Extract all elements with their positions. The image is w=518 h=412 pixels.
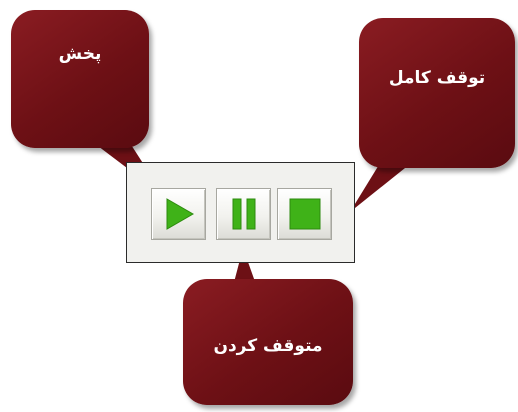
media-controls-toolbar <box>126 162 355 263</box>
stop-icon <box>289 198 320 230</box>
pause-button[interactable] <box>216 188 271 240</box>
stop-callout-label: توقف کامل <box>388 68 486 88</box>
pause-callout-label: متوقف کردن <box>213 336 323 356</box>
pause-icon <box>232 198 255 230</box>
pause-callout: متوقف کردن <box>183 279 353 405</box>
stop-callout: توقف کامل <box>359 18 515 168</box>
stop-button[interactable] <box>277 188 332 240</box>
play-callout-label: پخش <box>58 44 102 64</box>
play-icon <box>166 198 194 230</box>
play-callout: پخش <box>11 10 149 148</box>
play-button[interactable] <box>151 188 206 240</box>
